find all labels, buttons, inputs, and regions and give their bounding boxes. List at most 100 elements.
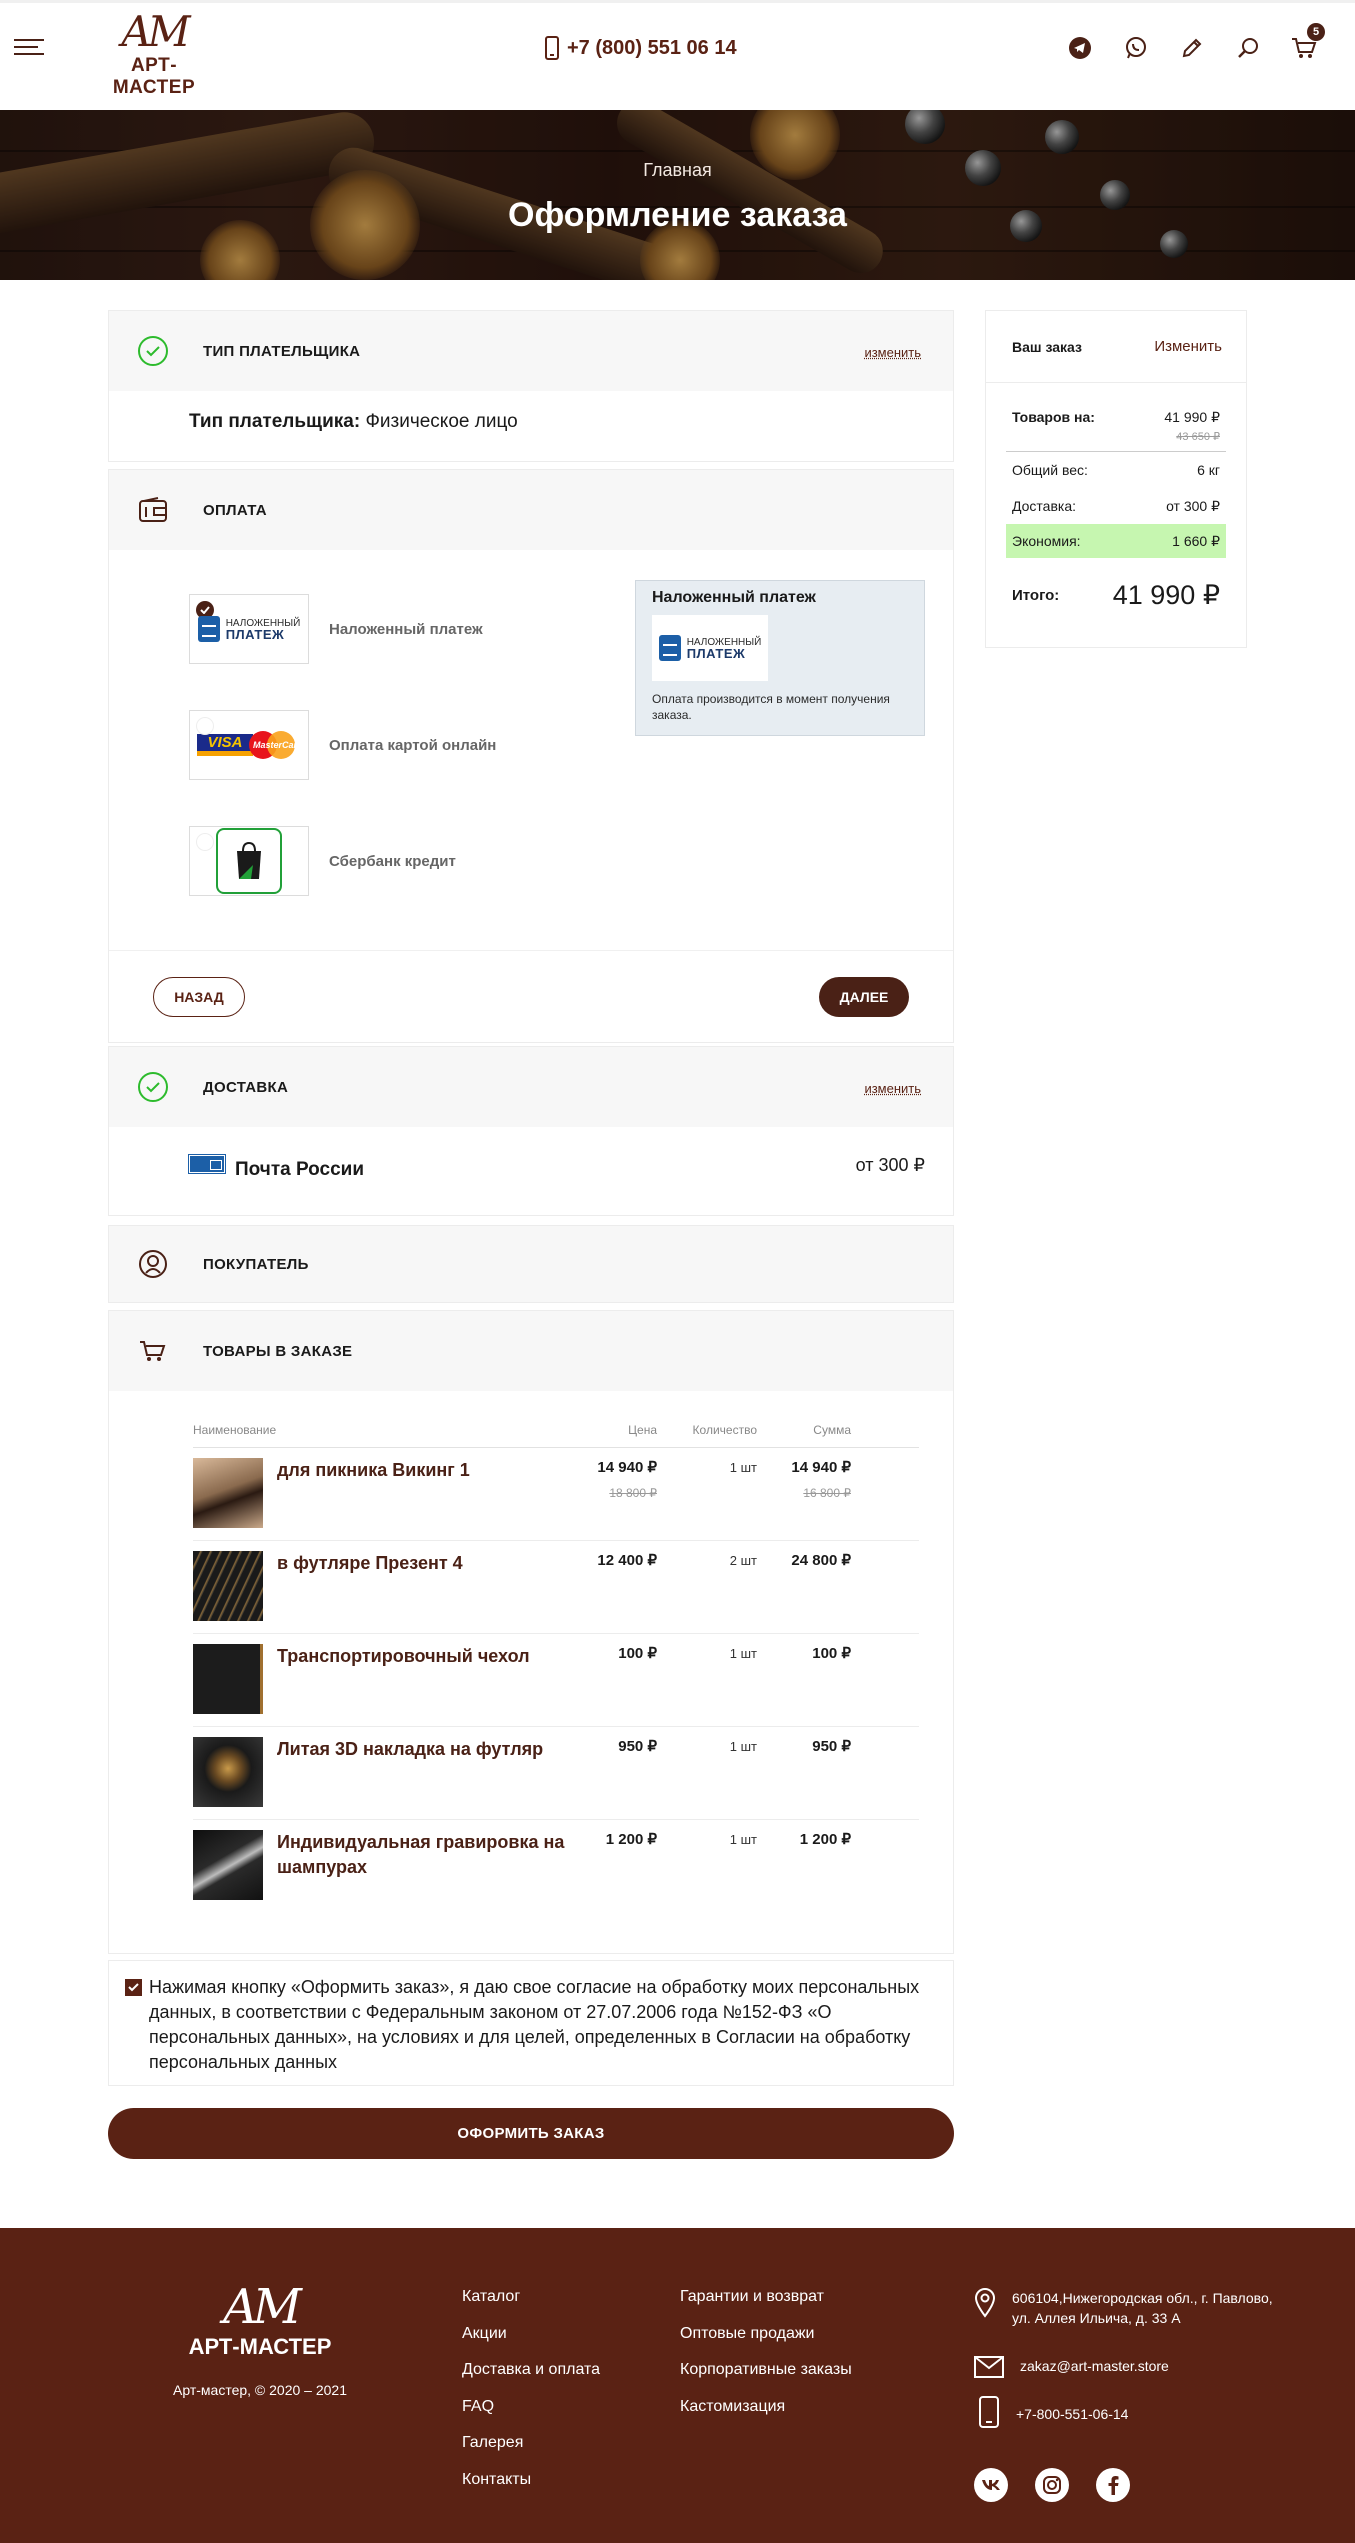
footer-link[interactable]: Кастомизация bbox=[680, 2398, 852, 2435]
product-sum: 100 ₽ bbox=[812, 1645, 851, 1662]
footer-link[interactable]: Доставка и оплата bbox=[462, 2361, 600, 2398]
footer-link[interactable]: Каталог bbox=[462, 2288, 600, 2325]
footer-email[interactable]: zakaz@art-master.store bbox=[974, 2356, 1169, 2378]
summary-edit-link[interactable]: Изменить bbox=[1154, 338, 1222, 355]
delivery-title: ДОСТАВКА bbox=[203, 1078, 289, 1096]
visa-mastercard-logo: VISA MasterCard bbox=[197, 729, 303, 761]
product-thumbnail[interactable] bbox=[193, 1737, 263, 1807]
footer-email-text: zakaz@art-master.store bbox=[1020, 2358, 1169, 2374]
product-sum: 24 800 ₽ bbox=[791, 1552, 851, 1569]
table-row: в футляре Презент 4 12 400 ₽ 2 шт 24 800… bbox=[193, 1541, 919, 1634]
product-name[interactable]: Индивидуальная гравировка на шампурах bbox=[277, 1830, 577, 1880]
whatsapp-icon[interactable] bbox=[1121, 33, 1151, 63]
mastercard-logo: MasterCard bbox=[249, 729, 303, 761]
radio-empty[interactable] bbox=[196, 833, 214, 851]
footer-nav-1: Каталог Акции Доставка и оплата FAQ Гале… bbox=[462, 2288, 600, 2507]
consent-block: Нажимая кнопку «Оформить заказ», я даю с… bbox=[108, 1960, 954, 2086]
place-order-button[interactable]: ОФОРМИТЬ ЗАКАЗ bbox=[108, 2108, 954, 2159]
footer-link[interactable]: Гарантии и возврат bbox=[680, 2288, 852, 2325]
product-thumbnail[interactable] bbox=[193, 1644, 263, 1714]
product-old-sum: 16 800 ₽ bbox=[803, 1486, 851, 1500]
goods-title: ТОВАРЫ В ЗАКАЗЕ bbox=[203, 1342, 353, 1360]
breadcrumb[interactable]: Главная bbox=[0, 160, 1355, 181]
pencil-icon[interactable] bbox=[1177, 33, 1207, 63]
mastercard-label: MasterCard bbox=[253, 740, 303, 750]
delivery-edit-link[interactable]: изменить bbox=[864, 1081, 921, 1096]
cod-logo-big: ПЛАТЕЖ bbox=[225, 627, 285, 642]
product-thumbnail[interactable] bbox=[193, 1551, 263, 1621]
footer-link[interactable]: Корпоративные заказы bbox=[680, 2361, 852, 2398]
order-summary: Ваш заказ Изменить Товаров на: 41 990 ₽ … bbox=[985, 310, 1247, 648]
footer-link[interactable]: Оптовые продажи bbox=[680, 2325, 852, 2362]
phone-icon bbox=[979, 2396, 999, 2428]
header-phone-number: +7 (800) 551 06 14 bbox=[567, 36, 737, 59]
summary-weight-row: Общий вес: 6 кг bbox=[1006, 452, 1226, 488]
payment-option-label: Оплата картой онлайн bbox=[329, 736, 497, 754]
product-sum: 950 ₽ bbox=[812, 1738, 851, 1755]
site-logo[interactable]: AM АРТ-МАСТЕР bbox=[94, 9, 214, 99]
delivery-section: ДОСТАВКА изменить Почта России от 300 ₽ bbox=[108, 1046, 954, 1216]
vk-icon[interactable] bbox=[974, 2468, 1008, 2502]
site-footer: AM АРТ-МАСТЕР Арт-мастер, © 2020 – 2021 … bbox=[0, 2228, 1355, 2543]
product-name[interactable]: в футляре Презент 4 bbox=[277, 1551, 577, 1576]
next-button[interactable]: ДАЛЕЕ bbox=[819, 977, 909, 1017]
instagram-icon[interactable] bbox=[1035, 2468, 1069, 2502]
product-thumbnail[interactable] bbox=[193, 1830, 263, 1900]
summary-goods-row: Товаров на: 41 990 ₽ bbox=[1006, 409, 1226, 426]
summary-total-label: Итого: bbox=[1012, 587, 1060, 604]
hero-banner: Главная Оформление заказа bbox=[0, 110, 1355, 280]
facebook-icon[interactable] bbox=[1096, 2468, 1130, 2502]
product-qty: 1 шт bbox=[729, 1739, 757, 1754]
footer-phone[interactable]: +7-800-551-06-14 bbox=[978, 2396, 1128, 2428]
payment-title: ОПЛАТА bbox=[203, 501, 267, 519]
table-row: Транспортировочный чехол 100 ₽ 1 шт 100 … bbox=[193, 1634, 919, 1727]
product-name[interactable]: для пикника Викинг 1 bbox=[277, 1458, 577, 1483]
footer-address: 606104,Нижегородская обл., г. Павлово, у… bbox=[974, 2288, 1273, 2328]
search-icon[interactable] bbox=[1233, 33, 1263, 63]
product-qty: 1 шт bbox=[729, 1646, 757, 1661]
payment-option-cod[interactable]: НАЛОЖЕННЫЙ ПЛАТЕЖ Наложенный платеж bbox=[189, 594, 483, 664]
payer-edit-link[interactable]: изменить bbox=[864, 345, 921, 360]
cart-icon[interactable]: 5 bbox=[1289, 23, 1325, 63]
cart-icon bbox=[137, 1335, 169, 1367]
check-icon bbox=[138, 336, 168, 366]
summary-saving-row: Экономия: 1 660 ₽ bbox=[1006, 524, 1226, 558]
payment-info-title: Наложенный платеж bbox=[652, 589, 816, 606]
payment-option-label: Сбербанк кредит bbox=[329, 852, 456, 870]
payer-type-section: ТИП ПЛАТЕЛЬЩИКА изменить Тип плательщика… bbox=[108, 310, 954, 462]
header-phone[interactable]: +7 (800) 551 06 14 bbox=[545, 35, 737, 61]
footer-address-line2: ул. Аллея Ильича, д. 33 А bbox=[1012, 2310, 1181, 2326]
footer-link[interactable]: FAQ bbox=[462, 2398, 600, 2435]
summary-total-row: Итого: 41 990 ₽ bbox=[1006, 558, 1226, 611]
footer-link[interactable]: Акции bbox=[462, 2325, 600, 2362]
footer-link[interactable]: Галерея bbox=[462, 2434, 600, 2471]
cod-logo-big: ПЛАТЕЖ bbox=[686, 646, 746, 661]
footer-logo[interactable]: AM АРТ-МАСТЕР Арт-мастер, © 2020 – 2021 bbox=[150, 2282, 370, 2398]
payment-option-sber-credit[interactable]: Сбербанк кредит bbox=[189, 826, 456, 896]
product-name[interactable]: Транспортировочный чехол bbox=[277, 1644, 577, 1669]
product-name[interactable]: Литая 3D накладка на футляр bbox=[277, 1737, 577, 1762]
menu-burger-icon[interactable] bbox=[14, 39, 44, 57]
payment-info-box: Наложенный платеж НАЛОЖЕННЫЙ ПЛАТЕЖ Оплат… bbox=[635, 580, 925, 736]
col-header-name: Наименование bbox=[193, 1423, 277, 1437]
mail-icon bbox=[974, 2356, 1004, 2378]
product-price: 1 200 ₽ bbox=[605, 1831, 657, 1848]
user-icon bbox=[137, 1248, 169, 1280]
payment-option-card[interactable]: VISA MasterCard Оплата картой онлайн bbox=[189, 710, 496, 780]
telegram-icon[interactable] bbox=[1065, 33, 1095, 63]
radio-empty[interactable] bbox=[196, 717, 214, 735]
payer-type-value: Тип плательщика: Физическое лицо bbox=[109, 391, 953, 461]
footer-logo-name: АРТ-МАСТЕР bbox=[188, 2334, 332, 2359]
goods-section: ТОВАРЫ В ЗАКАЗЕ Наименование Цена Количе… bbox=[108, 1310, 954, 1954]
footer-link[interactable]: Контакты bbox=[462, 2471, 600, 2508]
goods-table-header: Наименование Цена Количество Сумма bbox=[193, 1423, 919, 1448]
buyer-section[interactable]: ПОКУПАТЕЛЬ bbox=[108, 1225, 954, 1303]
consent-checkbox[interactable] bbox=[125, 1979, 142, 1996]
back-button[interactable]: НАЗАД bbox=[153, 977, 245, 1017]
product-price: 14 940 ₽ bbox=[597, 1459, 657, 1476]
check-icon bbox=[138, 1072, 168, 1102]
product-thumbnail[interactable] bbox=[193, 1458, 263, 1528]
footer-logo-mark: AM bbox=[223, 2279, 302, 2335]
summary-goods-value: 41 990 ₽ bbox=[1164, 409, 1220, 425]
product-sum: 14 940 ₽ bbox=[791, 1459, 851, 1476]
